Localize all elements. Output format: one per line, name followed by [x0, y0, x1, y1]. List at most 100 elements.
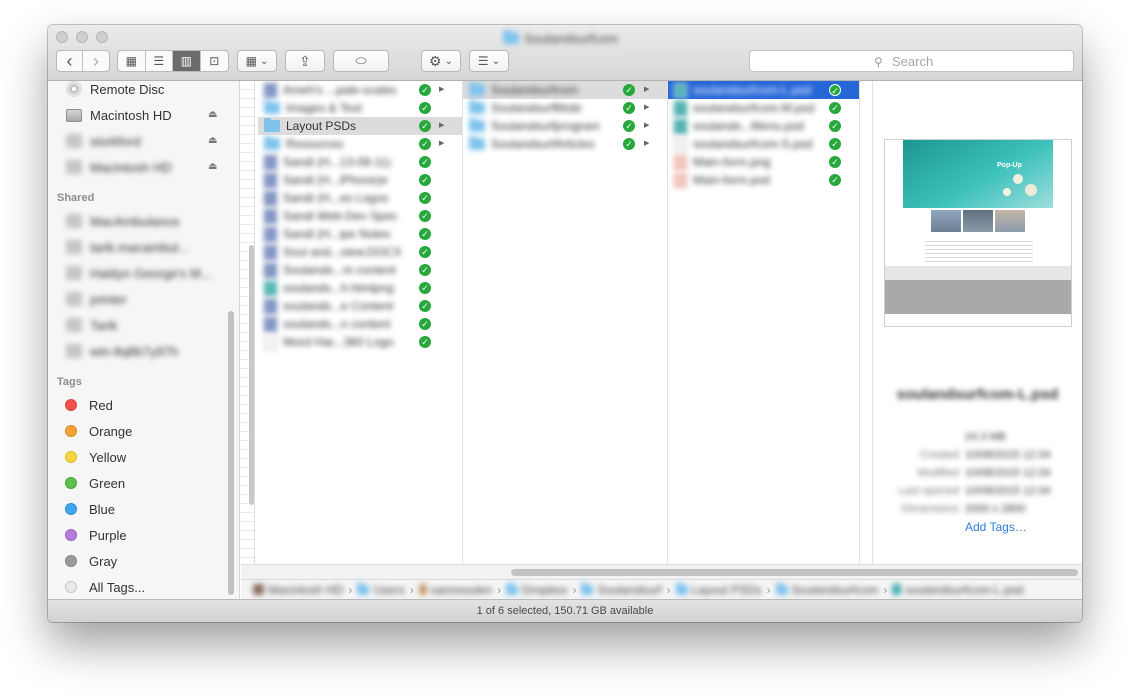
- icon-view-button[interactable]: ▦: [118, 51, 146, 71]
- list-item[interactable]: Sandi (H...iPhone)e: [264, 171, 407, 189]
- disclosure-arrow-icon: ▶: [644, 122, 650, 129]
- horizontal-scrollbar-thumb[interactable]: [511, 569, 1078, 576]
- list-item[interactable]: soulands...h.htmlpng: [264, 279, 407, 297]
- list-item[interactable]: Soul and...view.DOCX: [264, 243, 407, 261]
- back-button[interactable]: ‹: [57, 51, 83, 71]
- sidebar-tag-gray[interactable]: Gray: [62, 551, 117, 571]
- list-item[interactable]: Ameh's ...pale-scales: [264, 81, 407, 99]
- path-item[interactable]: Soulandsurf: [581, 582, 662, 597]
- list-item-layout-psds[interactable]: Layout PSDs: [264, 117, 410, 135]
- eject-icon[interactable]: ⏏: [208, 161, 217, 172]
- action-button[interactable]: ⚙ ⌄: [421, 50, 461, 72]
- sidebar-tag-blue[interactable]: Blue: [62, 499, 115, 519]
- sidebar-tag-yellow[interactable]: Yellow: [62, 447, 126, 467]
- list-item[interactable]: soulandsurfcom-S.psd: [674, 135, 817, 153]
- tag-color-dot: [65, 529, 77, 541]
- file-name: Images & Text: [286, 101, 362, 115]
- sidebar-item-shared[interactable]: win-8q8b7y97h: [66, 341, 178, 361]
- horizontal-scrollbar[interactable]: [241, 564, 1082, 579]
- path-item[interactable]: sannsoulen: [418, 583, 492, 597]
- path-item-label: Soulandsurf: [597, 582, 662, 597]
- path-item[interactable]: soulandsurfcom-L.psd: [892, 583, 1023, 597]
- title-bar: Soulandsurfcom ‹ › ▦ ☰ ▥ ⊡ ▦ ⌄ ⇪ ⬭ ⚙ ⌄ ☰…: [48, 25, 1082, 81]
- minimize-window-button[interactable]: [76, 31, 88, 43]
- add-tags-link[interactable]: Add Tags…: [965, 520, 1027, 534]
- path-item[interactable]: Layout PSDs: [675, 582, 762, 597]
- sync-check-icon: ✓: [623, 102, 635, 114]
- sidebar-all-tags[interactable]: All Tags...: [62, 577, 145, 597]
- list-item[interactable]: Images & Text: [264, 99, 410, 117]
- list-item[interactable]: soulands...Menu.psd: [674, 117, 817, 135]
- list-item[interactable]: Sandi (H...es Logos: [264, 189, 407, 207]
- list-item-selected[interactable]: soulandsurfcom-L.psd: [674, 81, 817, 99]
- file-name: soulands...e Content: [283, 299, 394, 313]
- sidebar-item-remote-disc[interactable]: Remote Disc: [66, 81, 164, 99]
- eject-icon[interactable]: ⏏: [208, 135, 217, 146]
- preview-thumbnail[interactable]: Pop-Up: [884, 139, 1072, 327]
- path-item[interactable]: Dropbox: [506, 582, 567, 597]
- path-item[interactable]: Soulandsurfcom: [775, 582, 878, 597]
- arrange-button[interactable]: ▦ ⌄: [237, 50, 277, 72]
- list-item[interactable]: Sandi Web-Dev Spec: [264, 207, 407, 225]
- forward-button[interactable]: ›: [83, 51, 109, 71]
- zoom-window-button[interactable]: [96, 31, 108, 43]
- list-item[interactable]: Soulandsurfcom: [469, 81, 615, 99]
- sidebar-item-shared[interactable]: tarik.macambul...: [66, 237, 189, 257]
- preview-meta-value: 2000 x 2800: [965, 503, 1026, 515]
- sidebar-item-macintosh-hd[interactable]: Macintosh HD: [66, 105, 172, 125]
- sidebar-scrollbar[interactable]: [228, 311, 234, 595]
- file-name: soulands...n content: [283, 317, 391, 331]
- list-item[interactable]: Sandi (H...ipe Notes: [264, 225, 407, 243]
- disclosure-arrow-icon: ▶: [644, 104, 650, 111]
- path-item[interactable]: Macintosh HD: [253, 583, 343, 597]
- sync-check-icon: ✓: [419, 336, 431, 348]
- list-item[interactable]: Soulands...m content: [264, 261, 407, 279]
- sidebar-item-shared[interactable]: printer: [66, 289, 127, 309]
- file-name: Main-form.psd: [693, 173, 770, 187]
- sidebar-item-shared[interactable]: Haldyn George's M...: [66, 263, 212, 283]
- list-item[interactable]: Main-form.psd: [674, 171, 817, 189]
- sidebar-tag-green[interactable]: Green: [62, 473, 125, 493]
- edit-tags-button[interactable]: ⬭: [333, 50, 389, 72]
- sidebar-tag-red[interactable]: Red: [62, 395, 113, 415]
- path-item-label: Users: [373, 582, 405, 597]
- column-view-button[interactable]: ▥: [173, 51, 201, 71]
- search-field[interactable]: ⚲ Search: [749, 50, 1074, 72]
- column-ruler-scrollbar[interactable]: [249, 245, 254, 505]
- list-item[interactable]: Resources: [264, 135, 410, 153]
- sidebar-item-shared[interactable]: Tarik: [66, 315, 117, 335]
- sync-check-icon: ✓: [419, 210, 431, 222]
- sync-check-icon: ✓: [419, 228, 431, 240]
- cover-flow-button[interactable]: ⊡: [201, 51, 228, 71]
- dropbox-button[interactable]: ☰ ⌄: [469, 50, 509, 72]
- path-item[interactable]: Users: [357, 582, 405, 597]
- list-item[interactable]: Sandi (H...13-08-11): [264, 153, 407, 171]
- list-item[interactable]: SoulandsurfMobi: [469, 99, 615, 117]
- eject-icon[interactable]: ⏏: [208, 109, 217, 120]
- list-item[interactable]: SoulandsurfArticles: [469, 135, 615, 153]
- tag-icon: ⬭: [355, 53, 367, 68]
- sidebar-item-shared[interactable]: MacAmbulance: [66, 211, 180, 231]
- list-item[interactable]: Soulandsurfprogram: [469, 117, 615, 135]
- computer-icon: [66, 240, 82, 254]
- list-item[interactable]: Main-form.png: [674, 153, 817, 171]
- list-view-button[interactable]: ☰: [146, 51, 173, 71]
- list-item[interactable]: soulandsurfcom-M.psd: [674, 99, 817, 117]
- sidebar-item-device[interactable]: storkford: [66, 131, 141, 151]
- sync-check-icon: ✓: [419, 300, 431, 312]
- sidebar-tag-purple[interactable]: Purple: [62, 525, 127, 545]
- document-icon: [264, 334, 277, 350]
- list-item[interactable]: soulands...n content: [264, 315, 407, 333]
- file-name: Soulands...m content: [283, 263, 396, 277]
- column-3: soulandsurfcom-L.psd soulandsurfcom-M.ps…: [668, 81, 873, 564]
- share-button[interactable]: ⇪: [285, 50, 325, 72]
- sync-check-icon: ✓: [829, 102, 841, 114]
- image-file-icon: [674, 172, 687, 188]
- column-2: Soulandsurfcom SoulandsurfMobi Soulandsu…: [463, 81, 668, 564]
- sidebar-tag-orange[interactable]: Orange: [62, 421, 132, 441]
- list-item[interactable]: soulands...e Content: [264, 297, 407, 315]
- nav-buttons: ‹ ›: [56, 50, 110, 72]
- close-window-button[interactable]: [56, 31, 68, 43]
- list-item[interactable]: Word Har...360 Logo: [264, 333, 407, 351]
- sidebar-item-device[interactable]: Macintosh HD: [66, 157, 172, 177]
